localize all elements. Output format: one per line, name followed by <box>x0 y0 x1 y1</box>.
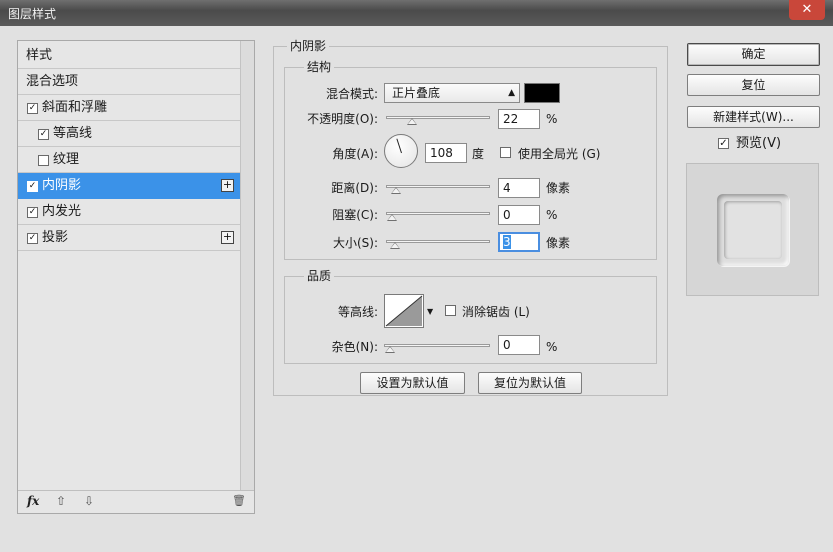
choke-slider[interactable] <box>386 212 490 221</box>
opacity-slider[interactable] <box>386 116 490 125</box>
style-list-label: 等高线 <box>53 126 93 141</box>
blend-mode-label: 混合模式: <box>325 87 378 101</box>
antialias-label: 消除锯齿 (L) <box>462 305 530 319</box>
blend-mode-value: 正片叠底 <box>392 86 441 100</box>
noise-input[interactable]: 0 <box>498 335 540 355</box>
style-list-item[interactable]: 混合选项 <box>18 69 240 95</box>
angle-unit: 度 <box>472 147 485 161</box>
style-list-item[interactable]: 纹理 <box>18 147 240 173</box>
style-list-label: 纹理 <box>53 152 80 167</box>
angle-dial[interactable] <box>384 134 418 168</box>
style-list-label: 样式 <box>26 48 53 63</box>
style-list-label: 混合选项 <box>26 74 79 89</box>
global-light-label: 使用全局光 (G) <box>518 147 601 161</box>
style-checkbox[interactable]: ✓ <box>27 103 38 114</box>
style-list: 样式混合选项 ✓ 斜面和浮雕 ✓ 等高线纹理 ✓ 内阴影 + ✓ 内发光 ✓ 投影 + fx ⇧ ⇩ 🗑 <box>17 40 255 514</box>
noise-unit: % <box>546 340 558 354</box>
contour-curve-icon <box>385 295 423 327</box>
blend-mode-select[interactable]: 正片叠底 ▲ <box>384 83 520 103</box>
size-unit: 像素 <box>546 236 571 250</box>
angle-needle <box>396 138 402 154</box>
style-checkbox[interactable]: ✓ <box>38 129 49 140</box>
structure-title: 结构 <box>304 60 335 74</box>
trash-icon[interactable]: 🗑 <box>232 494 246 507</box>
move-up-icon[interactable]: ⇧ <box>56 494 66 508</box>
global-light-checkbox[interactable] <box>500 147 511 158</box>
style-list-item[interactable]: 样式 <box>18 43 240 69</box>
size-slider[interactable] <box>386 240 490 249</box>
noise-slider[interactable] <box>384 344 490 353</box>
style-checkbox[interactable]: ✓ <box>27 207 38 218</box>
style-list-item[interactable]: ✓ 内阴影 + <box>18 173 240 199</box>
list-toolbar: fx ⇧ ⇩ 🗑 <box>18 490 254 513</box>
contour-dropdown-icon[interactable]: ▼ <box>427 305 433 319</box>
opacity-unit: % <box>546 112 558 126</box>
distance-unit: 像素 <box>546 181 571 195</box>
quality-title: 品质 <box>304 269 335 283</box>
choke-label: 阻塞(C): <box>332 208 378 222</box>
preview-swatch <box>717 194 789 266</box>
reset-button[interactable]: 复位 <box>687 74 820 96</box>
select-arrow-icon: ▲ <box>508 88 515 98</box>
window-title: 图层样式 <box>8 7 57 21</box>
size-input[interactable]: 3 <box>498 232 540 252</box>
size-slider-thumb[interactable] <box>389 242 400 249</box>
size-label: 大小(S): <box>332 236 378 250</box>
title-bar: 图层样式 ✕ <box>0 0 833 26</box>
antialias-checkbox[interactable] <box>445 305 456 316</box>
reset-default-button[interactable]: 复位为默认值 <box>478 372 582 394</box>
style-list-item[interactable]: ✓ 内发光 <box>18 199 240 225</box>
opacity-label: 不透明度(O): <box>307 112 378 126</box>
ok-button[interactable]: 确定 <box>687 43 820 66</box>
style-checkbox[interactable] <box>38 155 49 166</box>
preview-label: 预览(V) <box>736 136 782 151</box>
noise-slider-thumb[interactable] <box>385 346 395 353</box>
style-list-label: 内阴影 <box>42 178 82 193</box>
style-checkbox[interactable]: ✓ <box>27 233 38 244</box>
noise-label: 杂色(N): <box>331 340 378 354</box>
choke-unit: % <box>546 208 558 222</box>
style-checkbox[interactable]: ✓ <box>27 181 38 192</box>
distance-label: 距离(D): <box>331 181 378 195</box>
blend-color-swatch[interactable] <box>524 83 560 103</box>
make-default-button[interactable]: 设置为默认值 <box>360 372 465 394</box>
new-style-button[interactable]: 新建样式(W)... <box>687 106 820 128</box>
angle-input[interactable]: 108 <box>425 143 467 163</box>
style-list-label: 投影 <box>42 230 69 245</box>
style-list-item[interactable]: ✓ 投影 + <box>18 225 240 251</box>
style-list-label: 内发光 <box>42 204 82 219</box>
angle-label: 角度(A): <box>332 147 378 161</box>
distance-slider-thumb[interactable] <box>390 187 401 194</box>
style-list-item[interactable]: ✓ 斜面和浮雕 <box>18 95 240 121</box>
choke-input[interactable]: 0 <box>498 205 540 225</box>
contour-label: 等高线: <box>337 305 378 319</box>
style-list-label: 斜面和浮雕 <box>42 100 108 115</box>
list-scrollbar[interactable] <box>240 41 254 513</box>
add-effect-icon[interactable]: + <box>221 231 234 244</box>
preview-checkbox[interactable]: ✓ <box>718 138 729 149</box>
move-down-icon[interactable]: ⇩ <box>84 494 94 508</box>
preview-thumbnail <box>686 163 819 296</box>
contour-picker[interactable] <box>384 294 424 328</box>
style-list-item[interactable]: ✓ 等高线 <box>18 121 240 147</box>
distance-input[interactable]: 4 <box>498 178 540 198</box>
choke-slider-thumb[interactable] <box>387 214 397 221</box>
inner-shadow-title: 内阴影 <box>287 39 330 53</box>
opacity-slider-thumb[interactable] <box>407 118 418 125</box>
distance-slider[interactable] <box>386 185 490 194</box>
fx-icon[interactable]: fx <box>27 494 39 508</box>
opacity-input[interactable]: 22 <box>498 109 540 129</box>
close-button[interactable]: ✕ <box>789 0 825 20</box>
add-effect-icon[interactable]: + <box>221 179 234 192</box>
